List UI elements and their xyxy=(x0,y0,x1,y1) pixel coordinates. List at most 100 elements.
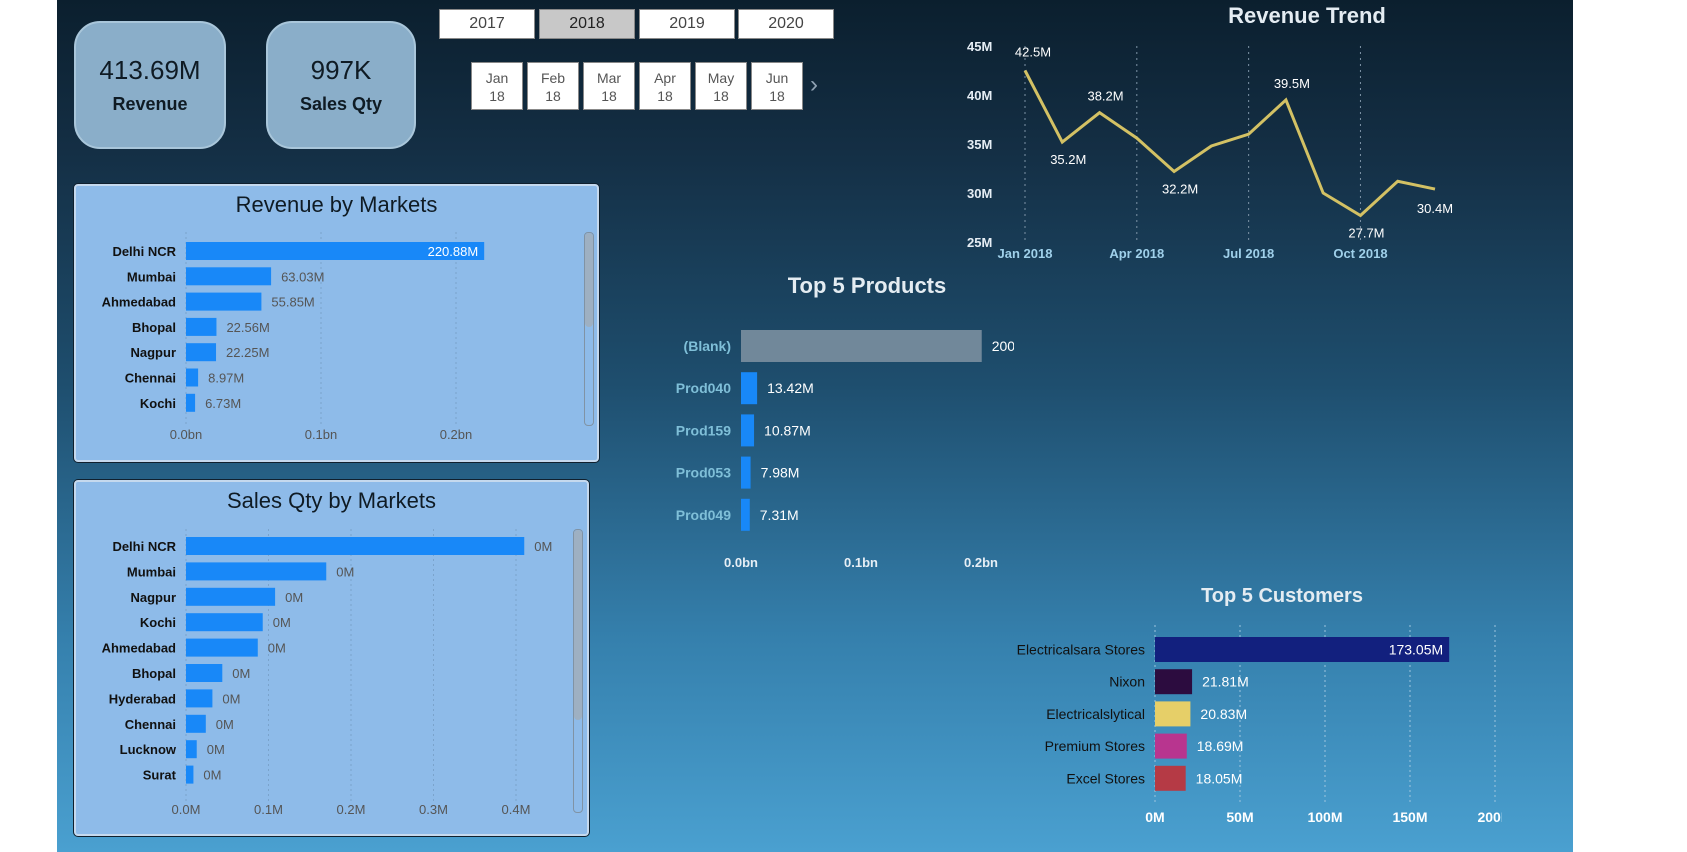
top5-customers-chart: Electricalsara Stores 173.05M Nixon 21.81M E… xyxy=(1017,625,1502,825)
year-slicer-2020[interactable]: 2020 xyxy=(738,9,834,39)
bar xyxy=(1155,669,1193,695)
data-label: 32.2M xyxy=(1162,181,1198,196)
revenue-trend-chart: Jan 2018 Apr 2018 Jul 2018 Oct 2018 45M 40M 35… xyxy=(967,39,1453,261)
month-slicer-mar[interactable]: Mar 18 xyxy=(583,62,635,110)
sales-qty-markets-scrollbar[interactable] xyxy=(573,529,583,813)
scroll-thumb[interactable] xyxy=(585,233,593,327)
revenue-kpi-card: 413.69M Revenue xyxy=(74,21,226,149)
category-label: Ahmedabad xyxy=(102,295,176,310)
month-slicer-may[interactable]: May 18 xyxy=(695,62,747,110)
sales-qty-kpi-card: 997K Sales Qty xyxy=(266,21,416,149)
bar xyxy=(186,317,217,336)
month-slicer-jan[interactable]: Jan 18 xyxy=(471,62,523,110)
axis-tick-label: 0.3M xyxy=(419,802,448,817)
sales-qty-kpi-label: Sales Qty xyxy=(299,94,383,114)
month-slicer-apr[interactable]: Apr 18 xyxy=(639,62,691,110)
data-label: 0M xyxy=(534,539,552,554)
x-axis-tick-label: Jul 2018 xyxy=(1223,246,1274,261)
category-label: Prod053 xyxy=(676,465,731,481)
x-axis-tick-label: Apr 2018 xyxy=(1109,246,1164,261)
bar xyxy=(741,456,751,489)
year-slicer-2017[interactable]: 2017 xyxy=(439,9,535,39)
axis-tick-label: 0.0bn xyxy=(170,427,203,442)
bar xyxy=(186,267,272,286)
axis-tick-label: 0.4M xyxy=(502,802,531,817)
x-axis-tick-label: Oct 2018 xyxy=(1333,246,1387,261)
bar xyxy=(186,292,262,311)
category-label: Surat xyxy=(143,768,177,783)
category-label: Prod159 xyxy=(676,422,731,438)
bar xyxy=(186,343,217,362)
top5-products-chart: (Blank) 200.61M Prod040 13.42M Prod159 10.87M… xyxy=(676,330,1014,570)
data-label: 39.5M xyxy=(1274,76,1310,91)
data-label: 7.31M xyxy=(760,507,799,523)
data-label: 0M xyxy=(216,717,234,732)
data-label: 35.2M xyxy=(1050,152,1086,167)
bar xyxy=(186,638,258,657)
category-label: Prod040 xyxy=(676,380,731,396)
data-label: 38.2M xyxy=(1087,89,1123,104)
revenue-kpi-value: 413.69M xyxy=(99,55,201,85)
axis-tick-label: 0M xyxy=(1145,809,1164,825)
bar xyxy=(186,562,327,581)
bar xyxy=(186,368,199,387)
sales-qty-kpi-value: 997K xyxy=(310,55,372,85)
data-label: 7.98M xyxy=(761,465,800,481)
data-label: 173.05M xyxy=(1389,642,1443,658)
data-label: 200.61M xyxy=(992,338,1014,354)
data-label: 42.5M xyxy=(1015,45,1051,60)
data-label: 0M xyxy=(273,615,291,630)
year-slicer-2018[interactable]: 2018 xyxy=(539,9,635,39)
axis-tick-label: 0.2M xyxy=(337,802,366,817)
month-label: Apr xyxy=(654,70,676,86)
category-label: Chennai xyxy=(125,717,176,732)
bar xyxy=(186,714,206,733)
month-label: Jan xyxy=(485,70,509,86)
chevron-right-icon[interactable]: › xyxy=(810,71,818,99)
category-label: Bhopal xyxy=(132,666,176,681)
data-label: 0M xyxy=(203,768,221,783)
dashboard-canvas: 413.69M Revenue 997K Sales Qty 2017 2018… xyxy=(57,0,1573,852)
month-label: May xyxy=(707,70,735,86)
sales-qty-by-markets-chart: Delhi NCR 0M Mumbai 0M Nagpur 0M Kochi 0M Ahmeda… xyxy=(102,529,552,817)
axis-tick-label: 150M xyxy=(1392,809,1427,825)
category-label: Nagpur xyxy=(131,590,177,605)
revenue-markets-scrollbar[interactable] xyxy=(584,232,594,426)
month-label: Mar xyxy=(596,70,622,86)
category-label: Mumbai xyxy=(127,564,176,579)
data-label: 0M xyxy=(232,666,250,681)
y-axis-tick-label: 30M xyxy=(967,186,992,201)
axis-tick-label: 0.2bn xyxy=(440,427,473,442)
bar xyxy=(186,664,223,682)
month-label: Jun xyxy=(765,70,789,86)
category-label: Nagpur xyxy=(131,345,177,360)
month-slicer-feb[interactable]: Feb 18 xyxy=(527,62,579,110)
axis-tick-label: 0.1bn xyxy=(844,555,878,570)
category-label: Kochi xyxy=(140,615,176,630)
x-axis-tick-label: Jan 2018 xyxy=(998,246,1053,261)
bar xyxy=(186,689,213,708)
axis-tick-label: 0.0bn xyxy=(724,555,758,570)
year-slicer-2019[interactable]: 2019 xyxy=(639,9,735,39)
month-year: 18 xyxy=(545,88,561,104)
revenue-kpi-label: Revenue xyxy=(112,94,188,114)
month-year: 18 xyxy=(769,88,785,104)
y-axis-tick-label: 35M xyxy=(967,137,992,152)
data-label: 13.42M xyxy=(767,380,814,396)
axis-tick-label: 0.1M xyxy=(254,802,283,817)
axis-tick-label: 0.1bn xyxy=(305,427,338,442)
data-label: 22.56M xyxy=(226,320,269,335)
month-year: 18 xyxy=(601,88,617,104)
bar xyxy=(1155,733,1187,759)
y-axis-tick-label: 25M xyxy=(967,235,992,250)
month-slicer-jun[interactable]: Jun 18 xyxy=(751,62,803,110)
data-label: 27.7M xyxy=(1348,226,1384,241)
category-label: Bhopal xyxy=(132,320,176,335)
category-label: Delhi NCR xyxy=(112,539,176,554)
data-label: 0M xyxy=(268,641,286,656)
category-label: Premium Stores xyxy=(1045,738,1145,754)
top5-products-title: Top 5 Products xyxy=(787,273,947,298)
scroll-thumb[interactable] xyxy=(574,530,582,720)
data-label: 18.05M xyxy=(1196,770,1243,786)
data-label: 0M xyxy=(207,742,225,757)
